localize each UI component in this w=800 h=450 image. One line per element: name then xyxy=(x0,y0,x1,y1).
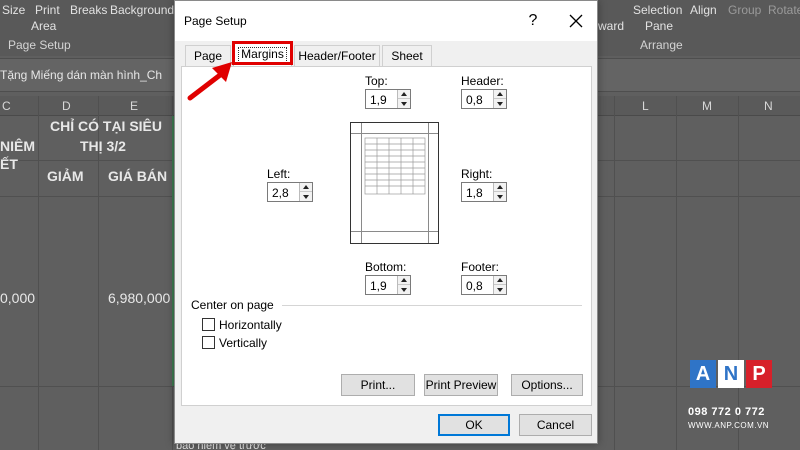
footer-spinner[interactable]: 0,8 xyxy=(461,275,507,295)
tab-header-footer-label: Header/Footer xyxy=(298,49,376,63)
logo-letter-n: N xyxy=(718,360,744,388)
close-button[interactable] xyxy=(562,9,590,33)
footer-down-arrow-icon[interactable] xyxy=(494,285,506,294)
header-value[interactable]: 0,8 xyxy=(466,93,483,107)
right-label: Right: xyxy=(461,167,493,181)
ribbon-selection[interactable]: Selection xyxy=(633,3,682,17)
left-label: Left: xyxy=(267,167,291,181)
col-d[interactable]: D xyxy=(62,99,71,113)
col-m[interactable]: M xyxy=(702,99,712,113)
cell-header-main[interactable]: CHỈ CÓ TẠI SIÊU xyxy=(50,118,162,134)
close-icon xyxy=(569,14,583,28)
cell-header-main-2[interactable]: THỊ 3/2 xyxy=(80,138,126,154)
col-c[interactable]: C xyxy=(2,99,11,113)
left-down-arrow-icon[interactable] xyxy=(300,192,312,201)
dialog-title: Page Setup xyxy=(184,14,247,28)
top-value[interactable]: 1,9 xyxy=(370,93,387,107)
horizontally-checkbox[interactable] xyxy=(202,318,215,331)
cell-gia-ban[interactable]: GIÁ BÁN xyxy=(108,168,167,184)
cell-value-price[interactable]: 6,980,000 xyxy=(108,290,170,306)
ribbon-breaks[interactable]: Breaks xyxy=(70,3,107,17)
grid-line xyxy=(676,96,677,450)
help-button[interactable]: ? xyxy=(519,9,547,33)
vertically-checkbox[interactable] xyxy=(202,336,215,349)
cancel-button[interactable]: Cancel xyxy=(519,414,592,436)
dialog-titlebar[interactable]: Page Setup ? xyxy=(175,1,597,41)
horizontally-label[interactable]: Horizontally xyxy=(219,318,282,332)
header-label: Header: xyxy=(461,74,504,88)
footer-label: Footer: xyxy=(461,260,500,274)
header-up-arrow-icon[interactable] xyxy=(494,90,506,99)
left-spinner[interactable]: 2,8 xyxy=(267,182,313,202)
formula-text: Tặng Miếng dán màn hình_Ch xyxy=(0,68,163,82)
tab-sheet[interactable]: Sheet xyxy=(382,45,432,66)
vertically-label[interactable]: Vertically xyxy=(219,336,267,350)
center-on-page-label: Center on page xyxy=(191,298,274,312)
logo-website: WWW.ANP.COM.VN xyxy=(688,421,770,430)
red-arrow-icon xyxy=(187,62,232,101)
ribbon-group[interactable]: Group xyxy=(728,3,761,17)
ribbon-size[interactable]: Size xyxy=(2,3,25,17)
tab-sheet-label: Sheet xyxy=(391,49,423,63)
header-spinner[interactable]: 0,8 xyxy=(461,89,507,109)
cell-giam[interactable]: GIẢM xyxy=(47,168,84,184)
left-value[interactable]: 2,8 xyxy=(272,186,289,200)
footer-value[interactable]: 0,8 xyxy=(466,279,483,293)
footer-up-arrow-icon[interactable] xyxy=(494,276,506,285)
right-down-arrow-icon[interactable] xyxy=(494,192,506,201)
logo-letter-a: A xyxy=(690,360,716,388)
page-preview xyxy=(350,122,439,244)
ribbon-rotate[interactable]: Rotate xyxy=(768,3,800,17)
top-up-arrow-icon[interactable] xyxy=(398,90,410,99)
grid-line xyxy=(38,96,39,450)
bottom-up-arrow-icon[interactable] xyxy=(398,276,410,285)
cell-header-left[interactable]: NIÊM xyxy=(0,138,35,154)
ribbon-print-area[interactable]: Print xyxy=(35,3,60,17)
top-down-arrow-icon[interactable] xyxy=(398,99,410,108)
options-button[interactable]: Options... xyxy=(511,374,583,396)
cell-value-left[interactable]: 0,000 xyxy=(0,290,35,306)
logo-letter-p: P xyxy=(746,360,772,388)
bottom-spinner[interactable]: 1,9 xyxy=(365,275,411,295)
tab-header-footer[interactable]: Header/Footer xyxy=(294,45,380,66)
col-n[interactable]: N xyxy=(764,99,773,113)
print-button[interactable]: Print... xyxy=(341,374,415,396)
ribbon-background[interactable]: Background xyxy=(110,3,174,17)
bottom-down-arrow-icon[interactable] xyxy=(398,285,410,294)
ribbon-align[interactable]: Align xyxy=(690,3,717,17)
bottom-label: Bottom: xyxy=(365,260,407,274)
ok-button[interactable]: OK xyxy=(438,414,510,436)
group-page-setup: Page Setup xyxy=(8,38,71,52)
ribbon-pane[interactable]: Pane xyxy=(645,19,673,33)
col-l[interactable]: L xyxy=(642,99,649,113)
grid-line xyxy=(614,96,615,450)
left-up-arrow-icon[interactable] xyxy=(300,183,312,192)
cell-header-left-2[interactable]: ẾT xyxy=(0,156,18,172)
col-e[interactable]: E xyxy=(130,99,138,113)
logo-phone: 098 772 0 772 xyxy=(688,406,765,418)
preview-grid xyxy=(364,137,426,195)
right-value[interactable]: 1,8 xyxy=(466,186,483,200)
anp-logo: A N P 098 772 0 772 WWW.ANP.COM.VN xyxy=(688,360,784,440)
center-on-page-divider xyxy=(282,305,582,306)
right-spinner[interactable]: 1,8 xyxy=(461,182,507,202)
right-up-arrow-icon[interactable] xyxy=(494,183,506,192)
top-spinner[interactable]: 1,9 xyxy=(365,89,411,109)
top-label: Top: xyxy=(365,74,388,88)
ribbon-print-area-2[interactable]: Area xyxy=(31,19,56,33)
bottom-value[interactable]: 1,9 xyxy=(370,279,387,293)
ribbon-forward[interactable]: ward xyxy=(598,19,624,33)
margins-panel: Top: 1,9 Header: 0,8 Left: 2,8 Right: 1,… xyxy=(181,66,592,406)
header-down-arrow-icon[interactable] xyxy=(494,99,506,108)
print-preview-button[interactable]: Print Preview xyxy=(424,374,498,396)
group-arrange: Arrange xyxy=(640,38,683,52)
